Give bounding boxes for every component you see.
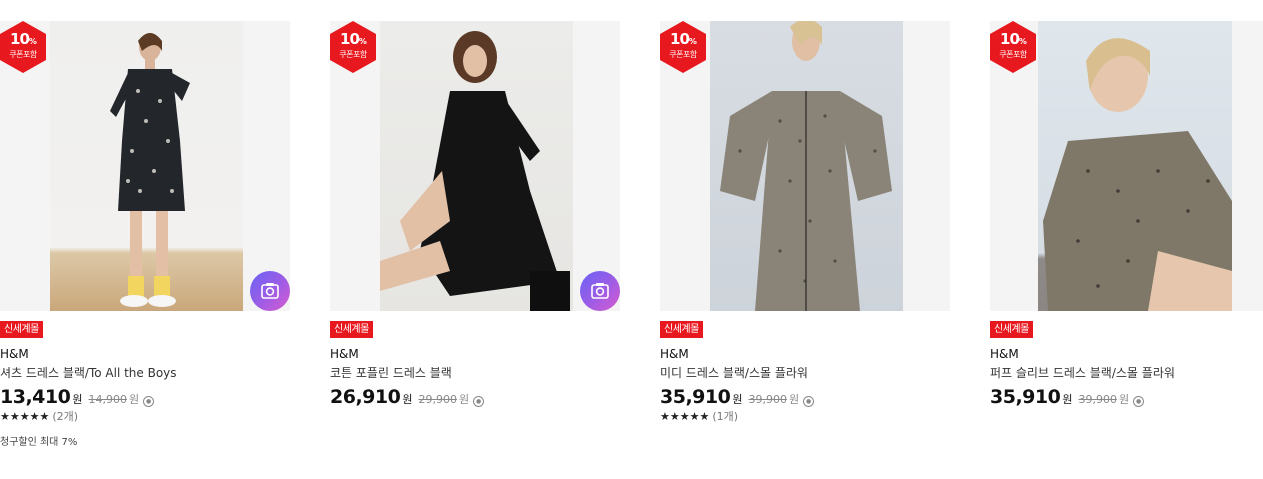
product-brand[interactable]: H&M bbox=[330, 347, 620, 361]
product-thumbnail[interactable]: 10% 쿠폰포함 bbox=[330, 21, 620, 311]
camera-icon[interactable] bbox=[580, 271, 620, 311]
original-currency-unit: 원 bbox=[788, 393, 800, 406]
product-grid: 10% 쿠폰포함 신세계몰 H&M 셔츠 드레스 블랙/To All the B… bbox=[0, 0, 1263, 479]
product-brand[interactable]: H&M bbox=[660, 347, 950, 361]
product-card[interactable]: 10% 쿠폰포함 신세계몰 H&M 셔츠 드레스 블랙/To All the B… bbox=[0, 21, 290, 449]
coupon-percent: 10 bbox=[340, 30, 360, 48]
rating-stars-icon: ★★★★★ bbox=[0, 410, 50, 423]
original-price: 14,900 bbox=[88, 393, 127, 406]
review-count[interactable]: (1개) bbox=[712, 410, 738, 423]
store-tag: 신세계몰 bbox=[330, 321, 373, 338]
camera-icon[interactable] bbox=[250, 271, 290, 311]
product-title[interactable]: 미디 드레스 블랙/스몰 플라워 bbox=[660, 366, 950, 380]
coupon-label: 쿠폰포함 bbox=[999, 50, 1027, 59]
product-image[interactable] bbox=[380, 21, 573, 311]
coupon-badge: 10% 쿠폰포함 bbox=[660, 21, 706, 73]
currency-unit: 원 bbox=[1062, 393, 1073, 406]
coupon-badge: 10% 쿠폰포함 bbox=[330, 21, 376, 73]
product-title[interactable]: 퍼프 슬리브 드레스 블랙/스몰 플라워 bbox=[990, 366, 1263, 380]
product-brand[interactable]: H&M bbox=[0, 347, 290, 361]
price-info-icon[interactable]: ● bbox=[1133, 396, 1145, 407]
price-row: 13,410 원 14,900 원 ● bbox=[0, 386, 290, 408]
product-card[interactable]: 10% 쿠폰포함 신세계몰 H&M 미디 드레스 블랙/스몰 플라워 35,91… bbox=[660, 21, 950, 423]
currency-unit: 원 bbox=[72, 393, 83, 406]
product-image[interactable] bbox=[50, 21, 243, 311]
coupon-label: 쿠폰포함 bbox=[669, 50, 697, 59]
coupon-percent-sign: % bbox=[1018, 37, 1027, 46]
store-tag: 신세계몰 bbox=[0, 321, 43, 338]
currency-unit: 원 bbox=[732, 393, 743, 406]
product-title[interactable]: 셔츠 드레스 블랙/To All the Boys bbox=[0, 366, 290, 380]
model-figure bbox=[1043, 38, 1232, 311]
original-price: 39,900 bbox=[748, 393, 787, 406]
rating-stars-icon: ★★★★★ bbox=[660, 410, 710, 423]
model-figure bbox=[110, 33, 190, 307]
original-currency-unit: 원 bbox=[458, 393, 470, 406]
currency-unit: 원 bbox=[402, 393, 413, 406]
coupon-badge: 10% 쿠폰포함 bbox=[990, 21, 1036, 73]
model-figure bbox=[380, 31, 570, 311]
price-row: 26,910 원 29,900 원 ● bbox=[330, 386, 620, 408]
product-thumbnail[interactable]: 10% 쿠폰포함 bbox=[660, 21, 950, 311]
rating-row: ★★★★★ (2개) bbox=[0, 410, 290, 423]
coupon-label: 쿠폰포함 bbox=[9, 50, 37, 59]
original-price: 29,900 bbox=[418, 393, 457, 406]
coupon-percent: 10 bbox=[10, 30, 30, 48]
price-info-icon[interactable]: ● bbox=[803, 396, 815, 407]
coupon-percent-sign: % bbox=[358, 37, 367, 46]
store-tag: 신세계몰 bbox=[990, 321, 1033, 338]
original-currency-unit: 원 bbox=[1118, 393, 1130, 406]
coupon-badge: 10% 쿠폰포함 bbox=[0, 21, 46, 73]
original-currency-unit: 원 bbox=[128, 393, 140, 406]
price-row: 35,910 원 39,900 원 ● bbox=[660, 386, 950, 408]
coupon-label: 쿠폰포함 bbox=[339, 50, 367, 59]
product-brand[interactable]: H&M bbox=[990, 347, 1263, 361]
price-row: 35,910 원 39,900 원 ● bbox=[990, 386, 1263, 408]
coupon-percent-sign: % bbox=[688, 37, 697, 46]
coupon-percent: 10 bbox=[670, 30, 690, 48]
product-image[interactable] bbox=[1038, 21, 1232, 311]
product-card[interactable]: 10% 쿠폰포함 신세계몰 H&M 퍼프 슬리브 드레스 블랙/스몰 플라워 3… bbox=[990, 21, 1263, 408]
sale-price: 35,910 bbox=[660, 386, 731, 408]
original-price: 39,900 bbox=[1078, 393, 1117, 406]
product-thumbnail[interactable]: 10% 쿠폰포함 bbox=[0, 21, 290, 311]
review-count[interactable]: (2개) bbox=[52, 410, 78, 423]
product-card[interactable]: 10% 쿠폰포함 신세계몰 H&M 코튼 포플린 드레스 블랙 26,910 원… bbox=[330, 21, 620, 408]
sale-price: 13,410 bbox=[0, 386, 71, 408]
price-info-icon[interactable]: ● bbox=[143, 396, 155, 407]
price-info-icon[interactable]: ● bbox=[473, 396, 485, 407]
coupon-percent-sign: % bbox=[28, 37, 37, 46]
store-tag: 신세계몰 bbox=[660, 321, 703, 338]
product-title[interactable]: 코튼 포플린 드레스 블랙 bbox=[330, 366, 620, 380]
card-discount-text: 청구할인 최대 7% bbox=[0, 437, 78, 448]
sale-price: 26,910 bbox=[330, 386, 401, 408]
coupon-percent: 10 bbox=[1000, 30, 1020, 48]
product-image[interactable] bbox=[710, 21, 903, 311]
model-figure bbox=[720, 21, 892, 311]
rating-row: ★★★★★ (1개) bbox=[660, 410, 950, 423]
product-thumbnail[interactable]: 10% 쿠폰포함 bbox=[990, 21, 1263, 311]
sale-price: 35,910 bbox=[990, 386, 1061, 408]
